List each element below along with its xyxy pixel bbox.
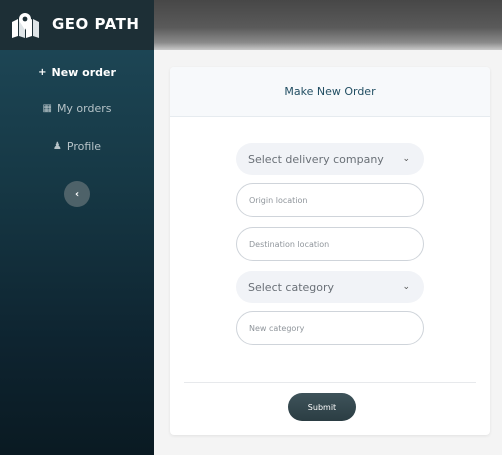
sidebar-collapse-button[interactable]: ‹ <box>64 181 90 207</box>
destination-location-field[interactable] <box>236 227 424 261</box>
top-bar <box>154 0 502 50</box>
origin-location-field[interactable] <box>236 183 424 217</box>
page-title: Make New Order <box>284 85 376 98</box>
new-category-input[interactable] <box>249 323 409 333</box>
sidebar-item-label: New order <box>51 65 116 79</box>
brand[interactable]: GEO PATH <box>0 0 154 50</box>
card-header: Make New Order <box>170 67 490 117</box>
delivery-company-select-value: Select delivery company <box>248 152 384 166</box>
destination-location-input[interactable] <box>249 239 409 249</box>
new-order-card: Make New Order Select delivery company ⌄… <box>170 67 490 435</box>
category-select-value: Select category <box>248 280 335 294</box>
map-pin-icon <box>12 13 39 38</box>
brand-title: GEO PATH <box>52 15 140 33</box>
plus-icon: + <box>38 66 47 78</box>
sidebar-item-label: Profile <box>66 139 102 153</box>
submit-button[interactable]: Submit <box>288 393 356 421</box>
chevron-left-icon: ‹ <box>74 188 80 200</box>
divider <box>184 382 476 383</box>
sidebar-item-my-orders[interactable]: ▦ My orders <box>0 98 154 118</box>
sidebar: GEO PATH + New order ▦ My orders ♟ Profi… <box>0 0 154 455</box>
boxes-icon: ▦ <box>42 102 52 114</box>
user-icon: ♟ <box>52 140 62 152</box>
sidebar-item-label: My orders <box>56 101 112 115</box>
origin-location-input[interactable] <box>249 195 409 205</box>
chevron-down-icon: ⌄ <box>402 154 410 164</box>
sidebar-item-new-order[interactable]: + New order <box>0 62 154 82</box>
chevron-down-icon: ⌄ <box>402 282 410 292</box>
new-category-field[interactable] <box>236 311 424 345</box>
delivery-company-select[interactable]: Select delivery company ⌄ <box>236 143 424 175</box>
category-select[interactable]: Select category ⌄ <box>236 271 424 303</box>
sidebar-item-profile[interactable]: ♟ Profile <box>0 136 154 156</box>
